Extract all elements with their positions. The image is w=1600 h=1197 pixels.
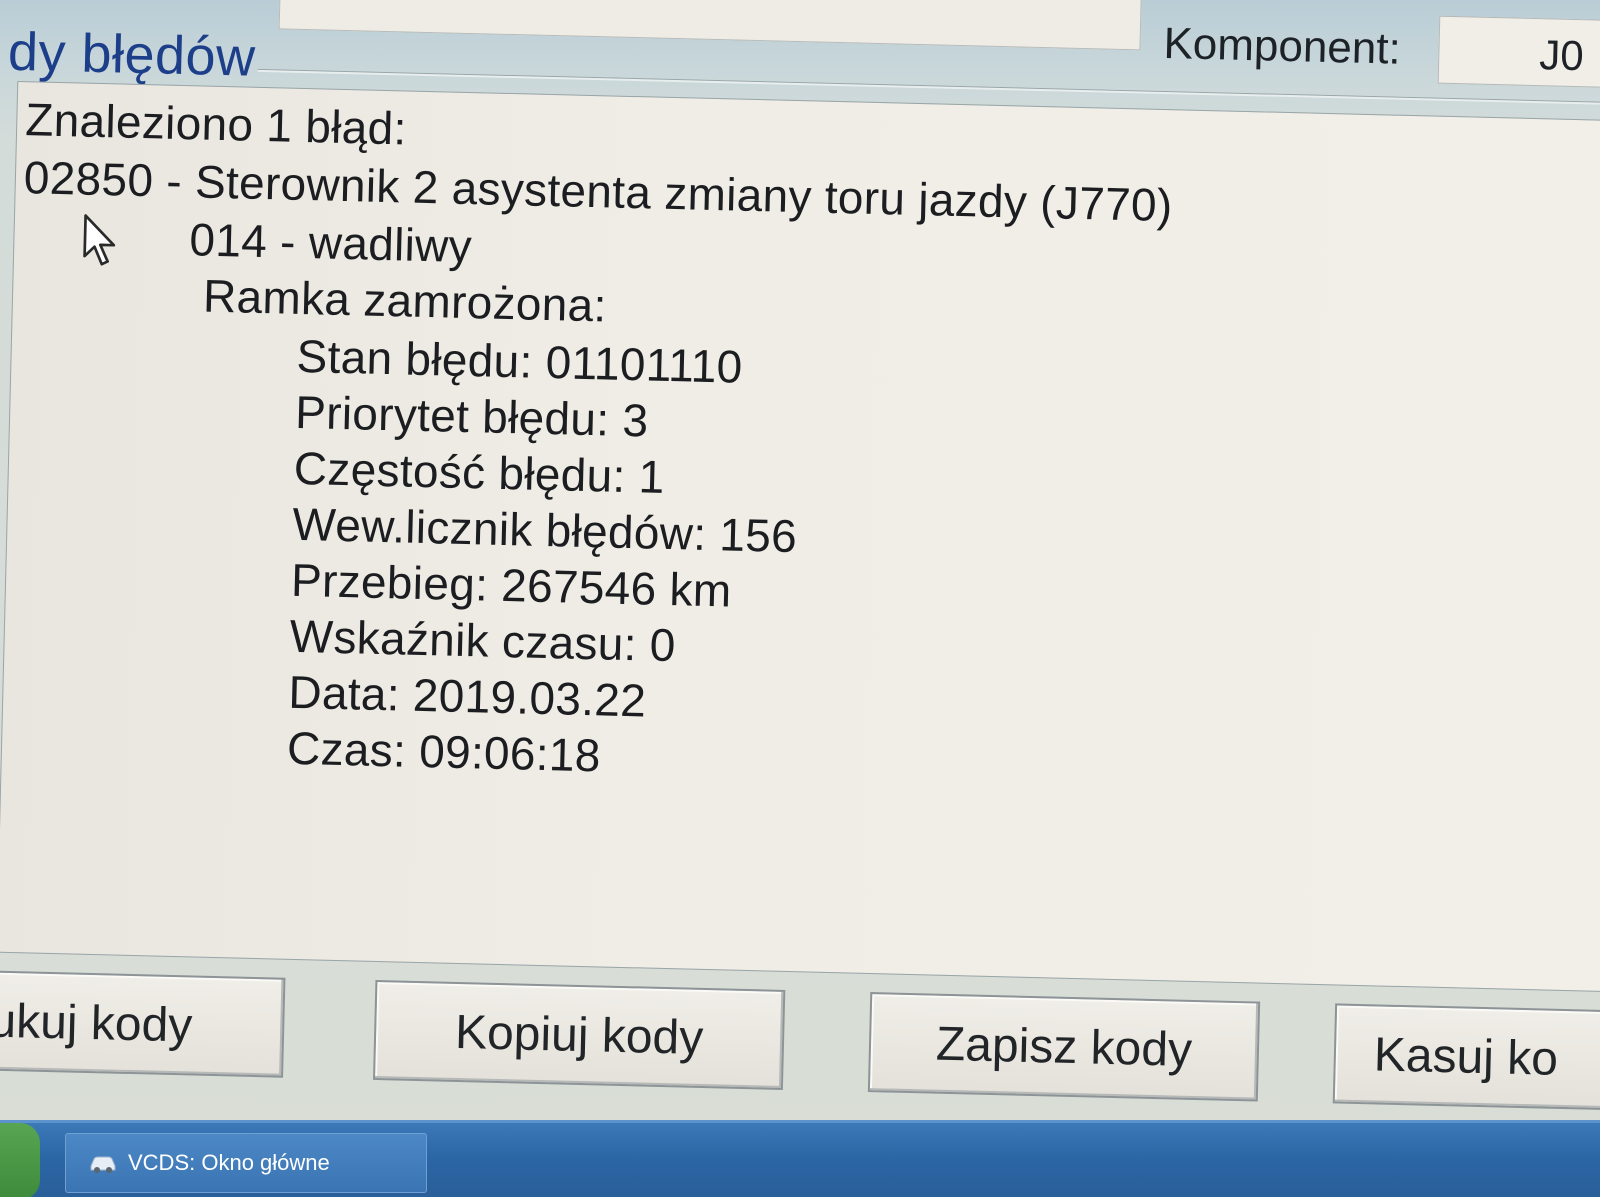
fault-status: 014 - wadliwy (188, 213, 473, 273)
mouse-pointer-icon (83, 214, 116, 266)
top-field: ooo (278, 0, 1143, 51)
top-field-value: ooo (780, 0, 856, 2)
start-button[interactable] (0, 1123, 40, 1197)
clear-codes-button[interactable]: Kasuj ko (1332, 1003, 1600, 1113)
taskbar: VCDS: Okno główne (0, 1120, 1600, 1197)
freeze-frame-title: Ramka zamrożona: (202, 269, 608, 332)
fault-codes-text-area[interactable]: Znaleziono 1 błąd: 02850 - Sterownik 2 a… (0, 80, 1600, 993)
komponent-value: J0 (1538, 31, 1585, 80)
taskbar-item-vcds[interactable]: VCDS: Okno główne (65, 1133, 427, 1193)
car-icon (90, 1156, 116, 1173)
freeze-frame-item: Czas: 09:06:18 (286, 721, 602, 782)
freeze-frame-item: Częstość błędu: 1 (293, 441, 666, 503)
taskbar-item-label: VCDS: Okno główne (128, 1150, 330, 1175)
freeze-frame-item: Wew.licznik błędów: 156 (291, 497, 798, 563)
freeze-frame-item: Stan błędu: 01101110 (296, 329, 744, 393)
print-codes-button[interactable]: rukuj kody (0, 968, 286, 1078)
komponent-label: Komponent: (1162, 18, 1402, 74)
freeze-frame-item: Data: 2019.03.22 (287, 665, 647, 727)
fault-summary: Znaleziono 1 błąd: (24, 93, 408, 155)
fault-codes-group-title: dy błędów (7, 21, 257, 88)
freeze-frame-item: Priorytet błędu: 3 (294, 385, 649, 447)
vcds-window: ooo Komponent: J0 dy błędów Znaleziono 1… (0, 0, 1600, 1197)
save-codes-button[interactable]: Zapisz kody (867, 992, 1261, 1102)
freeze-frame-item: Przebieg: 267546 km (290, 553, 733, 617)
freeze-frame-item: Wskaźnik czasu: 0 (289, 609, 677, 672)
button-row: rukuj kody Kopiuj kody Zapisz kody Kasuj… (0, 968, 1600, 1131)
screen: ooo Komponent: J0 dy błędów Znaleziono 1… (0, 0, 1600, 1197)
copy-codes-button[interactable]: Kopiuj kody (372, 979, 786, 1090)
komponent-field: J0 (1437, 15, 1600, 92)
